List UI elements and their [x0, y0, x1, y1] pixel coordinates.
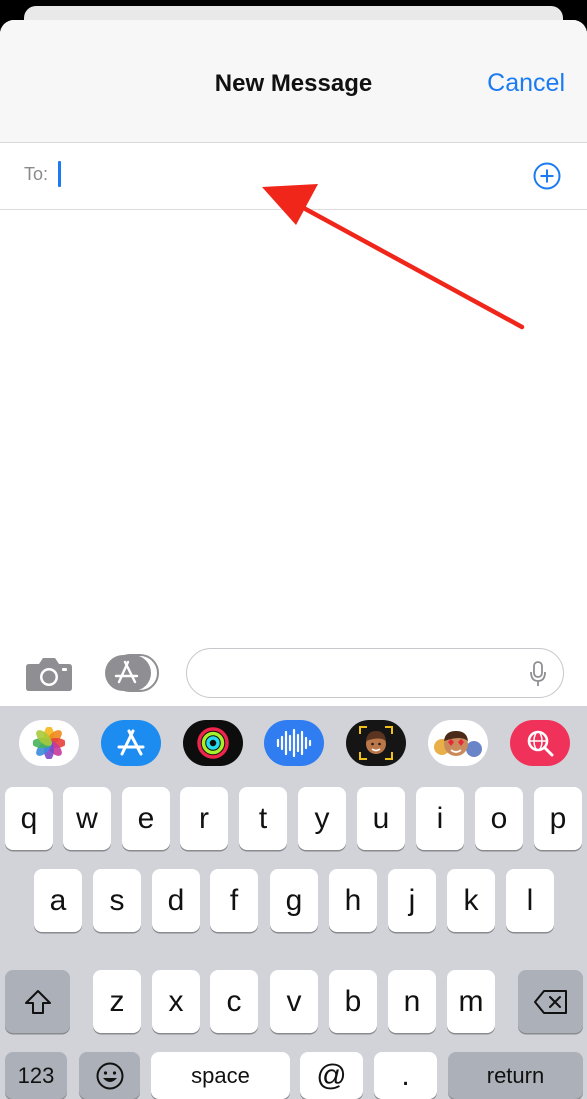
memoji-stickers-icon[interactable] — [428, 720, 488, 766]
key-d[interactable]: d — [152, 869, 200, 932]
key-e[interactable]: e — [122, 787, 170, 850]
app-strip — [0, 706, 587, 780]
recipient-label: To: — [24, 164, 49, 184]
app-drawer-icon[interactable] — [104, 654, 160, 692]
photos-icon[interactable] — [19, 720, 79, 766]
key-l[interactable]: l — [506, 869, 554, 932]
shift-icon — [24, 989, 51, 1014]
key-w[interactable]: w — [63, 787, 111, 850]
message-input[interactable] — [186, 648, 564, 698]
key-f[interactable]: f — [210, 869, 258, 932]
audio-icon[interactable] — [264, 720, 324, 766]
backspace-icon — [533, 989, 567, 1014]
key-n[interactable]: n — [388, 970, 436, 1033]
key-j[interactable]: j — [388, 869, 436, 932]
key-x[interactable]: x — [152, 970, 200, 1033]
emoji-key[interactable] — [79, 1052, 140, 1099]
compose-bar — [0, 642, 587, 706]
key-a[interactable]: a — [34, 869, 82, 932]
key-i[interactable]: i — [416, 787, 464, 850]
add-contact-icon[interactable] — [533, 162, 561, 190]
emoji-icon — [96, 1062, 123, 1089]
key-s[interactable]: s — [93, 869, 141, 932]
cancel-button[interactable]: Cancel — [487, 69, 565, 98]
recipient-field[interactable]: To: — [0, 143, 587, 210]
camera-icon[interactable] — [25, 656, 73, 692]
key-v[interactable]: v — [270, 970, 318, 1033]
key-r[interactable]: r — [180, 787, 228, 850]
key-c[interactable]: c — [210, 970, 258, 1033]
keyboard: q w e r t y u i o p a s d f g h j k l z … — [0, 706, 587, 1099]
new-message-sheet: New Message Cancel To: q w e r t y u i o… — [0, 20, 587, 1099]
key-b[interactable]: b — [329, 970, 377, 1033]
key-h[interactable]: h — [329, 869, 377, 932]
key-y[interactable]: y — [298, 787, 346, 850]
numbers-key[interactable]: 123 — [5, 1052, 67, 1099]
key-m[interactable]: m — [447, 970, 495, 1033]
key-q[interactable]: q — [5, 787, 53, 850]
key-p[interactable]: p — [534, 787, 582, 850]
memoji-icon[interactable] — [346, 720, 406, 766]
app-store-icon[interactable] — [101, 720, 161, 766]
at-key[interactable]: @ — [300, 1052, 363, 1099]
key-u[interactable]: u — [357, 787, 405, 850]
shift-key[interactable] — [5, 970, 70, 1033]
period-key[interactable]: . — [374, 1052, 437, 1099]
delete-key[interactable] — [518, 970, 583, 1033]
key-g[interactable]: g — [270, 869, 318, 932]
microphone-icon[interactable] — [529, 661, 547, 687]
space-key[interactable]: space — [151, 1052, 290, 1099]
key-o[interactable]: o — [475, 787, 523, 850]
web-search-icon[interactable] — [510, 720, 570, 766]
activity-icon[interactable] — [183, 720, 243, 766]
key-t[interactable]: t — [239, 787, 287, 850]
text-cursor — [58, 161, 61, 187]
navigation-bar: New Message Cancel — [0, 20, 587, 143]
key-z[interactable]: z — [93, 970, 141, 1033]
return-key[interactable]: return — [448, 1052, 583, 1099]
key-k[interactable]: k — [447, 869, 495, 932]
